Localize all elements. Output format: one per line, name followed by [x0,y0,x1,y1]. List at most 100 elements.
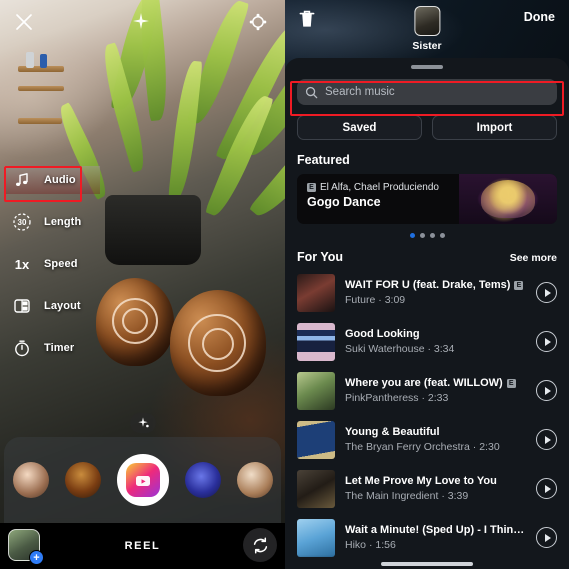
layout-grid-icon [10,294,34,318]
play-icon[interactable] [536,478,557,499]
bottle-decor [40,54,47,68]
track-artist: PinkPantheress [345,392,419,404]
for-you-header: For You See more [285,238,569,268]
play-icon[interactable] [536,331,557,352]
ar-effects-icon[interactable] [129,413,156,433]
import-button[interactable]: Import [432,115,557,140]
reel-icon [125,463,160,497]
flash-settings-icon[interactable] [245,9,271,35]
explicit-icon: E [307,183,316,192]
track-subtitle: Future · 3:09 [345,294,526,306]
explicit-icon: E [506,378,516,388]
track-info: WAIT FOR U (feat. Drake, Tems) E Future … [345,279,526,306]
flip-camera-icon[interactable] [243,528,277,562]
speed-tool[interactable]: 1x Speed [4,250,100,278]
track-artwork [297,469,335,508]
track-title-row: Young & Beautiful [345,426,526,438]
explicit-icon: E [514,280,524,290]
track-title-row: Good Looking [345,328,526,340]
layout-tool[interactable]: Layout [4,292,100,320]
carousel-dot-3[interactable] [429,233,435,238]
play-icon[interactable] [536,429,557,450]
trash-icon[interactable] [297,8,317,35]
track-list: WAIT FOR U (feat. Drake, Tems) E Future … [285,268,569,562]
effect-thumb-1[interactable] [12,462,49,498]
search-music-field[interactable]: Search music [297,79,557,105]
saved-import-row: Saved Import [285,105,569,140]
carousel-dot-4[interactable] [439,233,445,238]
track-title: Let Me Prove My Love to You [345,475,497,487]
sparkle-icon[interactable] [128,8,154,34]
camera-panel: Audio 30 Length 1x Speed Layout Timer + … [0,0,285,569]
track-duration: 3:34 [433,343,455,355]
play-icon[interactable] [536,282,557,303]
track-artist: The Main Ingredient [345,490,439,502]
see-more-button[interactable]: See more [510,252,557,264]
clip-thumbnail[interactable] [414,6,440,36]
camera-tool-rail: Audio 30 Length 1x Speed Layout Timer [4,166,100,362]
search-icon [305,86,318,99]
table-row[interactable]: Good Looking Suki Waterhouse · 3:34 [285,317,569,366]
record-reel-button[interactable] [116,454,169,506]
table-row[interactable]: Wait a Minute! (Sped Up) - I Think I Lef… [285,513,569,562]
gourd-swirl [202,328,234,360]
track-info: Let Me Prove My Love to You The Main Ing… [345,475,526,502]
leaf [168,59,203,202]
track-subtitle: Hiko · 1:56 [345,539,526,551]
home-indicator [381,562,473,566]
for-you-title: For You [297,250,344,264]
effect-thumb-3[interactable] [184,462,221,498]
done-button[interactable]: Done [524,10,555,24]
table-row[interactable]: Where you are (feat. WILLOW) E PinkPanth… [285,366,569,415]
track-artwork [297,518,335,557]
layout-tool-label: Layout [44,300,81,312]
timer-tool[interactable]: Timer [4,334,100,362]
table-row[interactable]: WAIT FOR U (feat. Drake, Tems) E Future … [285,268,569,317]
track-artist: Future [345,294,376,306]
track-title-row: WAIT FOR U (feat. Drake, Tems) E [345,279,526,291]
effect-thumb-2[interactable] [64,462,101,498]
track-duration: 1:56 [375,539,396,551]
carousel-dot-2[interactable] [419,233,425,238]
camera-top-bar [0,0,285,46]
track-info: Good Looking Suki Waterhouse · 3:34 [345,328,526,355]
music-top-bar: Sister Done [285,0,569,62]
track-title: WAIT FOR U (feat. Drake, Tems) [345,279,511,291]
speed-tool-label: Speed [44,258,78,270]
svg-text:30: 30 [18,218,27,227]
play-icon[interactable] [536,380,557,401]
track-info: Young & Beautiful The Bryan Ferry Orches… [345,426,526,453]
track-duration: 2:33 [427,392,449,404]
shelf-decor [18,86,64,91]
track-info: Where you are (feat. WILLOW) E PinkPanth… [345,377,526,404]
close-x-icon[interactable] [10,8,38,36]
length-tool[interactable]: 30 Length [4,208,100,236]
length-tool-label: Length [44,216,82,228]
play-icon[interactable] [536,527,557,548]
featured-artist: El Alfa, Chael Produciendo [320,182,439,193]
table-row[interactable]: Young & Beautiful The Bryan Ferry Orches… [285,415,569,464]
audio-tool[interactable]: Audio [4,166,100,194]
music-sheet: Search music Saved Import Featured E El … [285,58,569,569]
app-screen: Audio 30 Length 1x Speed Layout Timer + … [0,0,569,569]
effect-thumb-4[interactable] [236,462,273,498]
saved-button[interactable]: Saved [297,115,422,140]
track-artist: Hiko [345,539,367,551]
effects-carousel[interactable] [4,437,281,523]
track-title: Young & Beautiful [345,426,440,438]
track-title-row: Wait a Minute! (Sped Up) - I Think I Lef… [345,524,526,536]
track-duration: 3:39 [447,490,469,502]
track-artist: The Bryan Ferry Orchestra [345,441,470,453]
timer-tool-label: Timer [44,342,75,354]
track-artwork [297,322,335,361]
track-subtitle: The Bryan Ferry Orchestra · 2:30 [345,441,526,453]
carousel-dot-1[interactable] [409,233,415,238]
bottle-decor [26,52,34,68]
search-section: Search music [285,69,569,105]
track-artwork [297,273,335,312]
featured-card[interactable]: E El Alfa, Chael Produciendo Gogo Dance [297,174,557,224]
table-row[interactable]: Let Me Prove My Love to You The Main Ing… [285,464,569,513]
clip-preview[interactable]: Sister [412,6,442,52]
track-subtitle: Suki Waterhouse · 3:34 [345,343,526,355]
track-artwork [297,420,335,459]
